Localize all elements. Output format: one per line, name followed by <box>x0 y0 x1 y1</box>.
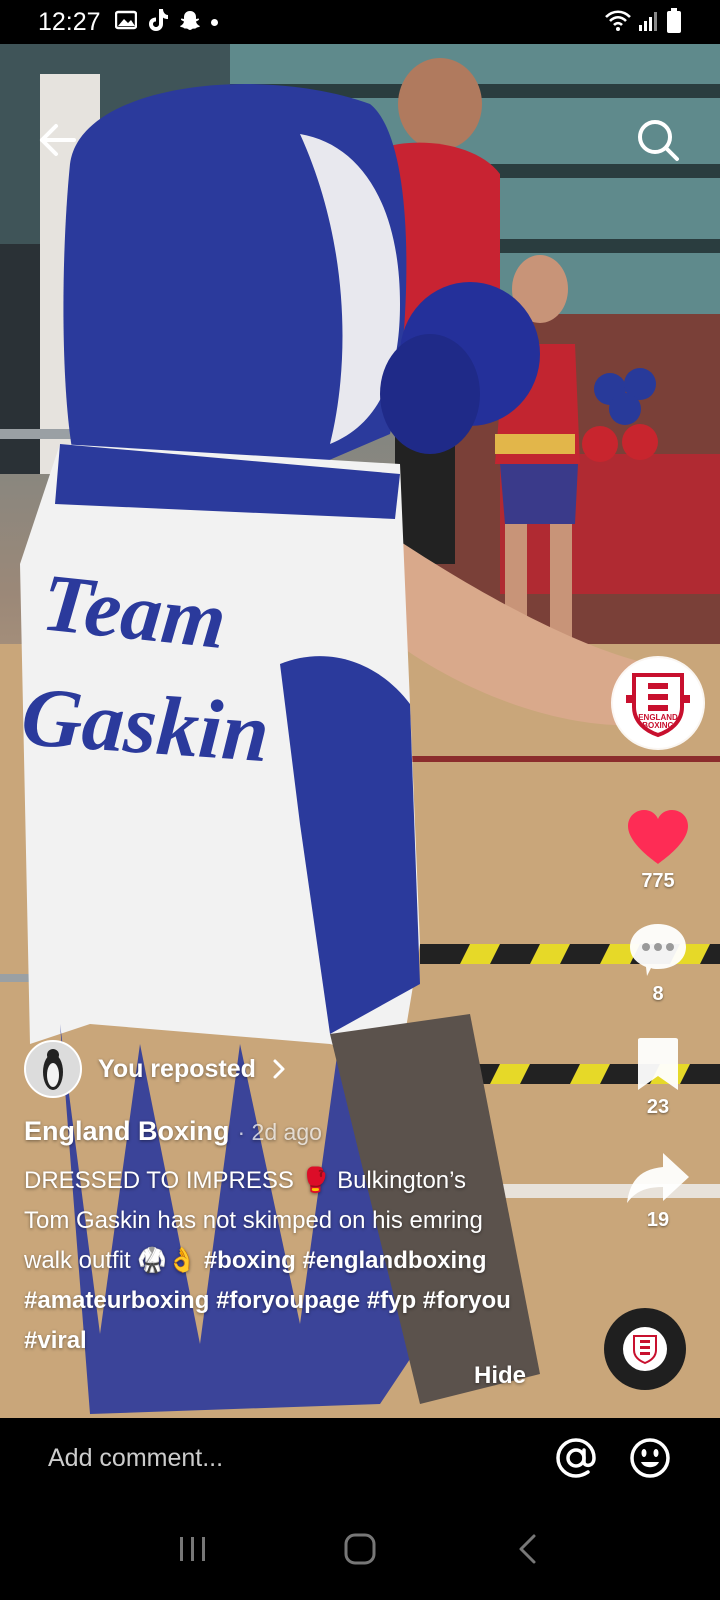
battery-icon <box>666 8 682 39</box>
chevron-right-icon <box>273 1059 285 1079</box>
like-button[interactable]: 775 <box>626 808 690 893</box>
svg-text:BOXING: BOXING <box>642 721 674 730</box>
comment-icons <box>554 1436 672 1480</box>
hashtag-link[interactable]: #boxing <box>204 1247 296 1274</box>
jersey-text-team: Team <box>38 556 230 666</box>
post-info: You reposted England Boxing · 2d ago DRE… <box>24 1040 564 1361</box>
at-sign-icon <box>556 1438 596 1478</box>
caption-text: DRESSED TO IMPRESS 🥊 Bulkington’s Tom Ga… <box>24 1161 514 1361</box>
post-age: · 2d ago <box>237 1119 322 1145</box>
home-icon <box>344 1533 376 1565</box>
image-icon <box>114 10 137 35</box>
comment-input[interactable]: Add comment... <box>48 1444 554 1473</box>
hashtag-link[interactable]: #fyp <box>367 1287 416 1314</box>
dot-icon <box>210 18 218 26</box>
hide-caption-button[interactable]: Hide <box>474 1362 526 1390</box>
hashtag-link[interactable]: #foryoupage <box>216 1287 360 1314</box>
status-bar: 12:27 <box>0 0 720 44</box>
jersey-text-name: Gaskin <box>19 670 272 780</box>
author-avatar[interactable]: ENGLAND BOXING <box>613 658 703 748</box>
comment-count: 8 <box>652 983 664 1005</box>
recent-apps-icon <box>180 1537 206 1561</box>
hashtag-link[interactable]: #foryou <box>423 1287 511 1314</box>
comment-icon <box>630 924 686 976</box>
england-boxing-logo-icon: ENGLAND BOXING <box>626 673 690 738</box>
music-disc-button[interactable] <box>604 1308 686 1390</box>
emoji-button[interactable] <box>628 1436 672 1480</box>
reposter-avatar <box>24 1040 82 1098</box>
hashtag-link[interactable]: #englandboxing <box>303 1247 487 1274</box>
home-button[interactable] <box>330 1519 390 1579</box>
comment-button[interactable]: 8 <box>627 921 689 1006</box>
status-icons-left <box>114 8 218 37</box>
repost-label: You reposted <box>98 1054 256 1083</box>
hashtag-link[interactable]: #amateurboxing <box>24 1287 209 1314</box>
comment-bar: Add comment... <box>0 1418 720 1498</box>
repost-indicator[interactable]: You reposted <box>24 1040 564 1098</box>
tiktok-icon <box>147 8 169 37</box>
music-logo-icon <box>623 1327 667 1371</box>
search-icon <box>638 120 679 161</box>
recent-apps-button[interactable] <box>163 1519 223 1579</box>
status-time: 12:27 <box>38 7 101 36</box>
share-count: 19 <box>646 1209 670 1231</box>
bookmark-icon <box>638 1038 678 1090</box>
like-count: 775 <box>641 870 675 892</box>
save-button[interactable]: 23 <box>634 1036 682 1119</box>
arrow-left-icon <box>40 124 76 156</box>
save-count: 23 <box>646 1096 670 1118</box>
system-nav-bar <box>0 1498 720 1600</box>
author-name[interactable]: England Boxing <box>24 1116 230 1147</box>
mention-button[interactable] <box>554 1436 598 1480</box>
heart-icon <box>628 810 688 864</box>
snapchat-icon <box>179 9 201 36</box>
share-button[interactable]: 19 <box>625 1149 691 1232</box>
back-button[interactable] <box>34 116 82 164</box>
status-icons-right <box>604 8 682 39</box>
author-row: England Boxing · 2d ago <box>24 1116 564 1147</box>
chevron-left-icon <box>519 1534 536 1564</box>
smiley-icon <box>630 1438 670 1478</box>
back-nav-button[interactable] <box>497 1519 557 1579</box>
action-rail: ENGLAND BOXING 775 8 23 19 <box>612 658 704 1232</box>
search-button[interactable] <box>634 116 682 164</box>
share-arrow-icon <box>627 1153 689 1203</box>
wifi-icon <box>604 9 632 38</box>
hashtag-link[interactable]: #viral <box>24 1327 87 1354</box>
signal-icon <box>638 10 660 37</box>
